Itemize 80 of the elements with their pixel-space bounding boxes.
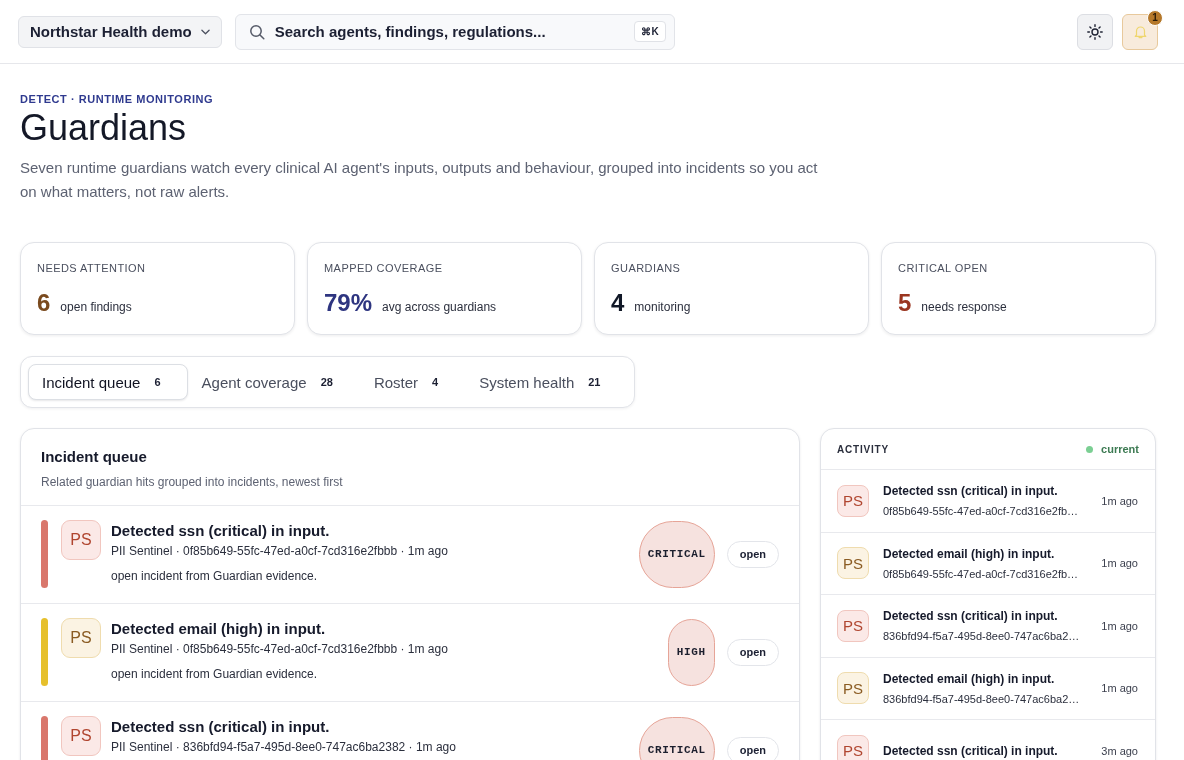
sun-icon xyxy=(1087,23,1103,40)
tab-label: Agent coverage xyxy=(201,373,307,391)
incident-meta: PII Sentinel · 0f85b649-55fc-47ed-a0cf-7cd316e2fbbb · 1m ago xyxy=(111,543,449,559)
panel-title: Incident queue xyxy=(41,448,148,466)
panel-subtitle: Related guardian hits grouped into incidents, newest first xyxy=(41,474,344,490)
incident-note: open incident from Guardian evidence. xyxy=(111,568,319,584)
tab-label: Roster xyxy=(373,373,419,391)
stat-value: 6 xyxy=(37,288,51,318)
stat-label: CRITICAL OPEN xyxy=(898,261,989,275)
tab-count: 21 xyxy=(588,376,601,388)
status-pill: open xyxy=(726,540,779,568)
notification-count: 1 xyxy=(1147,9,1163,26)
stat-label: MAPPED COVERAGE xyxy=(324,261,444,275)
activity-title: Detected email (high) in input. xyxy=(883,545,1056,562)
tab-count: 28 xyxy=(320,376,333,388)
page-description: Seven runtime guardians watch every clinical AI agent's inputs, outputs and behaviour, grouped into incidents so you act on what matters, not raw alerts. xyxy=(20,158,819,202)
stat-caption: needs response xyxy=(921,300,1007,314)
panel-title: ACTIVITY xyxy=(837,443,889,455)
activity-time: 3m ago xyxy=(1101,744,1138,757)
severity-pill: HIGH xyxy=(667,618,715,686)
stat-caption: open findings xyxy=(60,300,132,314)
incident-meta: PII Sentinel · 0f85b649-55fc-47ed-a0cf-7cd316e2fbbb · 1m ago xyxy=(111,641,449,657)
initials-avatar: PS xyxy=(837,547,869,580)
initials-avatar: PS xyxy=(837,734,869,760)
severity-bar xyxy=(41,618,48,686)
initials-avatar: PS xyxy=(837,609,869,642)
activity-time: 1m ago xyxy=(1101,682,1138,695)
stat-value: 79% xyxy=(324,288,373,318)
stat-value: 4 xyxy=(611,288,625,318)
activity-title: Detected ssn (critical) in input. xyxy=(883,742,1059,759)
status-pill: open xyxy=(726,638,779,666)
incident-note: open incident from Guardian evidence. xyxy=(111,666,319,682)
status-pill: open xyxy=(726,736,779,760)
incident-title: Detected ssn (critical) in input. xyxy=(111,521,331,541)
activity-time: 1m ago xyxy=(1101,494,1138,507)
initials-avatar: PS xyxy=(837,672,869,705)
activity-title: Detected ssn (critical) in input. xyxy=(883,483,1059,500)
activity-time: 1m ago xyxy=(1101,619,1138,632)
stat-caption: avg across guardians xyxy=(382,300,497,314)
activity-title: Detected email (high) in input. xyxy=(883,670,1056,687)
incident-title: Detected ssn (critical) in input. xyxy=(111,717,331,737)
activity-time: 1m ago xyxy=(1101,557,1138,570)
activity-id: 836bfd94-f5a7-495d-8ee0-747ac6ba2… xyxy=(883,629,1081,644)
stat-value: 5 xyxy=(898,288,912,318)
theme-toggle-button[interactable] xyxy=(1077,13,1113,50)
tab[interactable]: Agent coverage 28 xyxy=(187,364,360,400)
tab[interactable]: System health 21 xyxy=(465,364,628,400)
status-dot-icon xyxy=(1086,445,1094,453)
severity-pill: CRITICAL xyxy=(638,716,715,760)
shortcut-key: ⌘K xyxy=(634,21,666,42)
initials-avatar: PS xyxy=(61,618,101,658)
activity-id: 836bfd94-f5a7-495d-8ee0-747ac6ba2… xyxy=(883,691,1081,706)
incident-title: Detected email (high) in input. xyxy=(111,619,327,639)
severity-bar xyxy=(41,520,48,588)
tab-label: Incident queue xyxy=(42,373,141,391)
stat-label: GUARDIANS xyxy=(611,261,682,275)
activity-id: 0f85b649-55fc-47ed-a0cf-7cd316e2fb… xyxy=(883,504,1080,519)
initials-avatar: PS xyxy=(61,520,101,560)
activity-title: Detected ssn (critical) in input. xyxy=(883,608,1059,625)
tab-count: 4 xyxy=(432,376,439,388)
initials-avatar: PS xyxy=(61,716,101,756)
chevron-down-icon xyxy=(200,28,210,35)
stat-caption: monitoring xyxy=(634,300,691,314)
incident-meta: PII Sentinel · 836bfd94-f5a7-495d-8ee0-747ac6ba2382 · 1m ago xyxy=(111,739,457,755)
tab[interactable]: Incident queue 6 xyxy=(28,364,188,400)
stat-label: NEEDS ATTENTION xyxy=(37,261,147,275)
search-icon xyxy=(248,23,265,40)
severity-pill: CRITICAL xyxy=(638,520,715,588)
feed-status: current xyxy=(1101,443,1139,455)
search-input[interactable]: Search agents, findings, regulations... xyxy=(274,23,625,40)
tab-label: System health xyxy=(479,373,575,391)
initials-avatar: PS xyxy=(837,484,869,517)
search-field[interactable]: Search agents, findings, regulations... ⌘K xyxy=(234,13,675,50)
workspace-select[interactable]: Northstar Health demo xyxy=(18,15,222,48)
bell-icon xyxy=(1133,24,1147,39)
activity-id: 0f85b649-55fc-47ed-a0cf-7cd316e2fb… xyxy=(883,566,1080,581)
tab-count: 6 xyxy=(154,376,161,388)
page-title: Guardians xyxy=(20,107,188,149)
tab[interactable]: Roster 4 xyxy=(359,364,466,400)
section-eyebrow: DETECT · RUNTIME MONITORING xyxy=(20,92,215,106)
